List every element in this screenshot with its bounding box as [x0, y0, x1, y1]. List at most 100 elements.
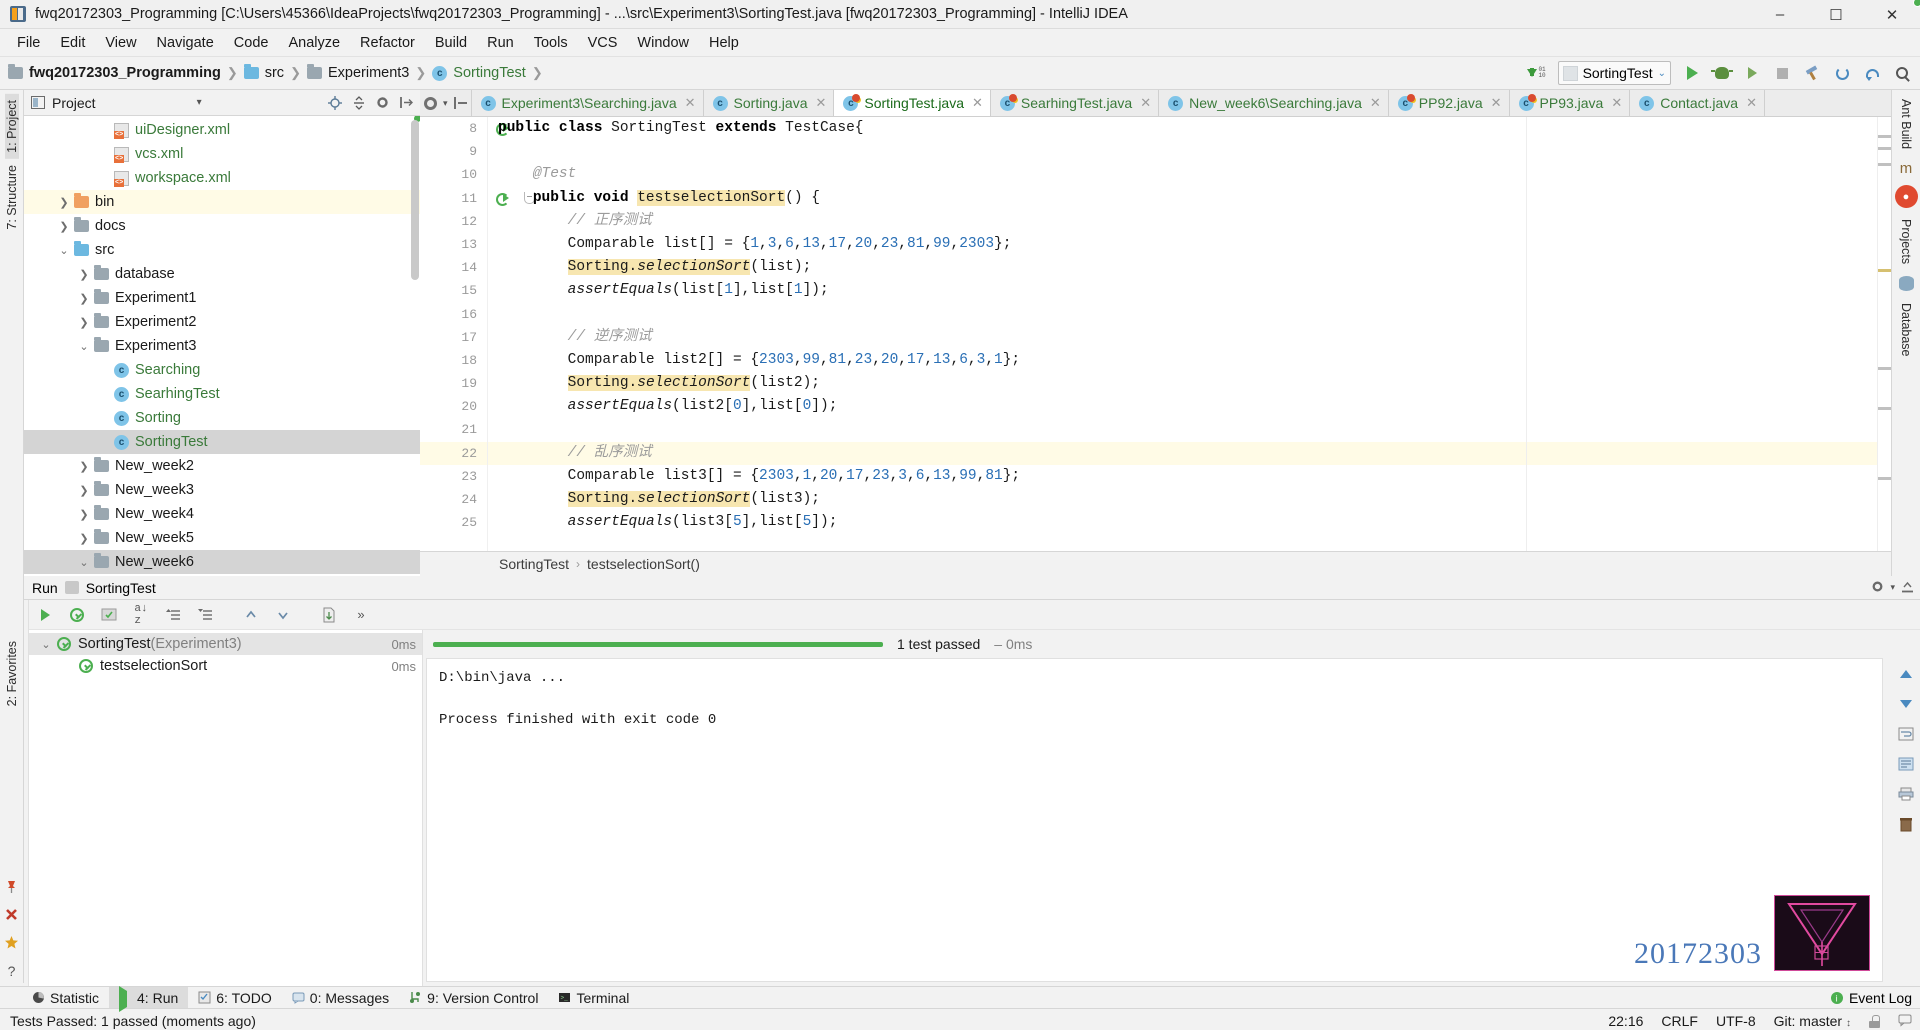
- menu-view[interactable]: View: [95, 32, 146, 54]
- show-ignored-icon[interactable]: [99, 605, 119, 625]
- breadcrumb-class[interactable]: SortingTest: [499, 556, 569, 572]
- export-test-results-icon[interactable]: [319, 605, 339, 625]
- lock-icon[interactable]: [1869, 1014, 1880, 1028]
- scroll-down-icon[interactable]: [1895, 694, 1917, 714]
- gutter-line-8[interactable]: 8: [420, 117, 509, 140]
- tree-item-database[interactable]: ❯ database: [24, 262, 420, 286]
- run-configuration-selector[interactable]: SortingTest ⌄: [1557, 61, 1671, 85]
- run-window-config-name[interactable]: SortingTest: [86, 580, 156, 596]
- menu-help[interactable]: Help: [699, 32, 749, 54]
- test-result-tree[interactable]: ⌄ SortingTest (Experiment3) 0ms testselecti…: [29, 630, 423, 986]
- chevron-right-icon[interactable]: ❯: [74, 292, 94, 305]
- gutter-line-13[interactable]: 13: [420, 233, 487, 256]
- close-icon[interactable]: ✕: [815, 95, 826, 111]
- chevron-down-icon[interactable]: ⌄: [74, 556, 94, 569]
- menu-vcs[interactable]: VCS: [578, 32, 628, 54]
- gutter-line-14[interactable]: 14: [420, 256, 487, 279]
- tab-messages[interactable]: 0: Messages: [282, 987, 399, 1008]
- sync-button[interactable]: [1828, 60, 1856, 87]
- code-line-9[interactable]: [488, 140, 1877, 163]
- chevron-right-icon[interactable]: ❯: [74, 484, 94, 497]
- chevron-right-icon[interactable]: ❯: [74, 508, 94, 521]
- tree-item-new-week6[interactable]: ⌄ New_week6: [24, 550, 420, 574]
- code-line-8[interactable]: public class SortingTest extends TestCas…: [488, 117, 1877, 140]
- minimize-button[interactable]: –: [1752, 0, 1808, 29]
- chevron-right-icon[interactable]: ❯: [74, 460, 94, 473]
- breadcrumb-experiment3[interactable]: Experiment3: [328, 65, 409, 81]
- code-line-23[interactable]: Comparable list3[] = {2303,1,20,17,23,3,…: [488, 465, 1877, 488]
- breadcrumb-project[interactable]: fwq20172303_Programming: [29, 65, 221, 81]
- code-line-19[interactable]: Sorting.selectionSort(list2);: [488, 372, 1877, 395]
- star-icon[interactable]: [4, 935, 19, 955]
- sidebar-item-favorites[interactable]: 2: Favorites: [5, 635, 19, 712]
- menu-build[interactable]: Build: [425, 32, 477, 54]
- code-line-10[interactable]: @Test: [488, 163, 1877, 186]
- chevron-right-icon[interactable]: ❯: [74, 532, 94, 545]
- tree-item-new-week5[interactable]: ❯ New_week5: [24, 526, 420, 550]
- test-row-testselectionsort[interactable]: testselectionSort 0ms: [29, 655, 422, 677]
- tree-item-new-week2[interactable]: ❯ New_week2: [24, 454, 420, 478]
- project-file-tree[interactable]: uiDesigner.xml vcs.xml workspace.xml ❯ bin ❯ d…: [24, 116, 420, 576]
- tree-item-src[interactable]: ⌄ src: [24, 238, 420, 262]
- chevron-right-icon[interactable]: ❯: [74, 316, 94, 329]
- console-output[interactable]: D:\bin\java ... Process finished with ex…: [426, 658, 1883, 982]
- build-button[interactable]: [1798, 60, 1826, 87]
- tab-run[interactable]: 4: Run: [109, 986, 189, 1012]
- chevron-down-icon[interactable]: ▾: [197, 97, 202, 108]
- editor-tab-sortingtest-java[interactable]: c SortingTest.java ✕: [834, 90, 991, 116]
- editor-tab-pp93-java[interactable]: c PP93.java ✕: [1509, 90, 1631, 116]
- more-options-icon[interactable]: »: [351, 605, 371, 625]
- status-line-separator[interactable]: CRLF: [1661, 1013, 1698, 1029]
- menu-refactor[interactable]: Refactor: [350, 32, 425, 54]
- gutter-line-17[interactable]: 17: [420, 326, 487, 349]
- gutter-line-25[interactable]: 25: [420, 511, 487, 534]
- tree-item-searhingtest[interactable]: c SearhingTest: [24, 382, 420, 406]
- tree-item-new-week4[interactable]: ❯ New_week4: [24, 502, 420, 526]
- menu-navigate[interactable]: Navigate: [147, 32, 224, 54]
- gutter-line-16[interactable]: 16: [420, 303, 487, 326]
- code-line-12[interactable]: // 正序测试: [488, 210, 1877, 233]
- code-line-25[interactable]: assertEquals(list3[5],list[5]);: [488, 511, 1877, 534]
- chevron-down-icon[interactable]: ▾: [1890, 582, 1895, 593]
- code-line-11[interactable]: public void testselectionSort() {: [488, 187, 1877, 210]
- editor-tab-sorting-java[interactable]: c Sorting.java ✕: [703, 90, 835, 116]
- menu-window[interactable]: Window: [627, 32, 699, 54]
- settings-gear-icon[interactable]: [1871, 580, 1884, 596]
- balloon-icon[interactable]: [1898, 1013, 1912, 1030]
- collapse-icon[interactable]: [453, 97, 467, 109]
- settings-gear-icon[interactable]: [373, 93, 392, 112]
- toggle-passed-tests-icon[interactable]: [67, 605, 87, 625]
- tree-item-new-week3[interactable]: ❯ New_week3: [24, 478, 420, 502]
- code-line-17[interactable]: // 逆序测试: [488, 326, 1877, 349]
- gutter-line-12[interactable]: 12: [420, 210, 487, 233]
- stop-button[interactable]: [1768, 60, 1796, 87]
- tab-version-control[interactable]: 9: Version Control: [399, 987, 548, 1008]
- editor-tab-searhingtest-java[interactable]: c SearhingTest.java ✕: [990, 90, 1160, 116]
- code-line-20[interactable]: assertEquals(list2[0],list[0]);: [488, 395, 1877, 418]
- editor-tab-pp92-java[interactable]: c PP92.java ✕: [1388, 90, 1510, 116]
- editor-tab-contact-java[interactable]: c Contact.java ✕: [1630, 90, 1765, 116]
- sidebar-item-projects[interactable]: Projects: [1899, 212, 1913, 271]
- close-icon[interactable]: ✕: [972, 95, 983, 111]
- menu-code[interactable]: Code: [224, 32, 279, 54]
- gutter-line-20[interactable]: 20: [420, 395, 487, 418]
- hide-window-icon[interactable]: [1901, 580, 1914, 596]
- breadcrumb-sortingtest[interactable]: SortingTest: [453, 65, 526, 81]
- gutter-line-24[interactable]: 24: [420, 488, 487, 511]
- close-button[interactable]: ✕: [1864, 0, 1920, 29]
- code-line-24[interactable]: Sorting.selectionSort(list3);: [488, 488, 1877, 511]
- pin-icon[interactable]: [4, 879, 19, 899]
- gutter-line-22[interactable]: 22: [420, 441, 535, 465]
- code-content[interactable]: public class SortingTest extends TestCas…: [487, 117, 1877, 551]
- sidebar-item-database[interactable]: Database: [1899, 296, 1913, 364]
- gutter-line-10[interactable]: 10: [420, 163, 487, 186]
- chevron-down-icon[interactable]: ⌄: [35, 638, 57, 651]
- gutter-line-9[interactable]: 9: [420, 140, 487, 163]
- editor-marker-bar[interactable]: [1877, 117, 1891, 551]
- chevron-down-icon[interactable]: ⌄: [54, 244, 74, 257]
- tree-item-experiment1[interactable]: ❯ Experiment1: [24, 286, 420, 310]
- gutter-line-23[interactable]: 23: [420, 465, 487, 488]
- prev-failed-test-icon[interactable]: [241, 605, 261, 625]
- close-icon[interactable]: ✕: [1746, 95, 1757, 111]
- gutter-line-15[interactable]: 15: [420, 279, 487, 302]
